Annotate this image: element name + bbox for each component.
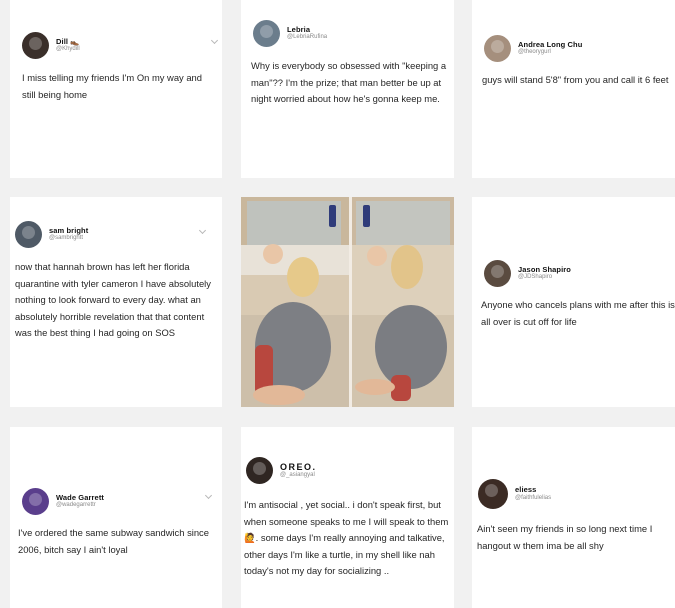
tweet-text: I miss telling my friends I'm On my way …	[22, 72, 202, 100]
tweet-card-lebria[interactable]: Lebria @LebriaRufina Why is everybody so…	[241, 0, 454, 178]
display-name[interactable]: Andrea Long Chu	[518, 40, 582, 50]
avatar[interactable]	[22, 488, 49, 515]
tweet-text: now that hannah brown has left her flori…	[15, 261, 211, 339]
chevron-down-icon[interactable]	[210, 36, 219, 45]
display-name[interactable]: OREO.	[280, 462, 317, 472]
avatar[interactable]	[253, 20, 280, 47]
user-handle[interactable]: @JDShapiro	[518, 274, 571, 281]
tweet-card-eliess[interactable]: eliess @faithfulelias Ain't seen my frie…	[472, 427, 675, 608]
tweet-text: guys will stand 5'8" from you and call i…	[482, 74, 669, 85]
avatar[interactable]	[246, 457, 273, 484]
display-name[interactable]: Lebria	[287, 25, 327, 35]
display-name[interactable]: Jason Shapiro	[518, 265, 571, 275]
avatar[interactable]	[15, 221, 42, 248]
display-name[interactable]: Wade Garrett	[56, 493, 104, 503]
chevron-down-icon[interactable]	[198, 226, 207, 235]
user-handle[interactable]: @Khydill	[56, 46, 80, 53]
tweet-card-wade-garrett[interactable]: Wade Garrett @wadegarrettr I've ordered …	[10, 427, 222, 608]
photo-collage[interactable]	[241, 197, 454, 407]
photo-image	[241, 197, 454, 407]
user-handle[interactable]: @sambrightt	[49, 235, 88, 242]
user-handle[interactable]: @wadegarrettr	[56, 502, 104, 509]
user-handle[interactable]: @_asiangyal	[280, 472, 317, 479]
user-handle[interactable]: @faithfulelias	[515, 495, 551, 502]
avatar[interactable]	[484, 260, 511, 287]
tweet-card-oreo[interactable]: OREO. @_asiangyal I'm antisocial , yet s…	[241, 427, 454, 608]
avatar[interactable]	[484, 35, 511, 62]
chevron-down-icon[interactable]	[204, 491, 213, 500]
tweet-card-jason-shapiro[interactable]: Jason Shapiro @JDShapiro Anyone who canc…	[472, 197, 675, 407]
user-handle[interactable]: @LebriaRufina	[287, 34, 327, 41]
display-name[interactable]: Dill 👞	[56, 37, 80, 47]
tweet-text: Ain't seen my friends in so long next ti…	[477, 523, 653, 551]
tweet-text: I've ordered the same subway sandwich si…	[18, 527, 209, 555]
tweet-card-dill[interactable]: Dill 👞 @Khydill I miss telling my friend…	[10, 0, 222, 178]
tweet-text: I'm antisocial , yet social.. i don't sp…	[244, 499, 449, 577]
tweet-card-andrea[interactable]: Andrea Long Chu @theorygurl guys will st…	[472, 0, 675, 178]
tweet-text: Anyone who cancels plans with me after t…	[481, 299, 675, 327]
tweet-text: Why is everybody so obsessed with "keepi…	[251, 60, 447, 105]
avatar[interactable]	[478, 479, 508, 509]
user-handle[interactable]: @theorygurl	[518, 49, 582, 56]
tweet-card-sam-bright[interactable]: sam bright @sambrightt now that hannah b…	[10, 197, 222, 407]
avatar[interactable]	[22, 32, 49, 59]
display-name[interactable]: eliess	[515, 486, 551, 495]
display-name[interactable]: sam bright	[49, 226, 88, 236]
